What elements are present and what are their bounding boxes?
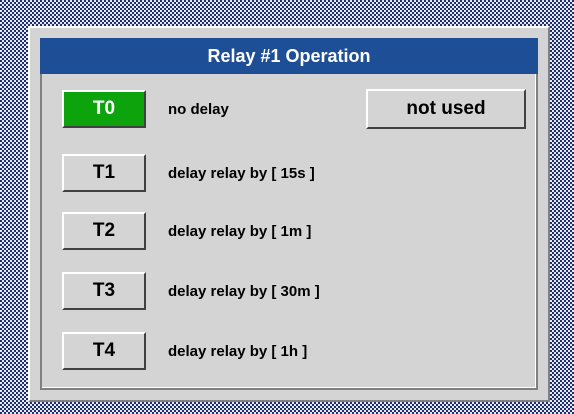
not-used-button[interactable]: not used [366,89,526,129]
t0-button[interactable]: T0 [62,90,146,128]
t4-label: delay relay by [ 1h ] [168,342,308,360]
t1-button[interactable]: T1 [62,154,146,192]
relay-operation-dialog: Relay #1 Operation T0 no delay not used … [28,26,550,402]
t3-label: delay relay by [ 30m ] [168,282,320,300]
t1-label: delay relay by [ 15s ] [168,164,315,182]
t0-label: no delay [168,100,229,118]
t2-label: delay relay by [ 1m ] [168,222,312,240]
dialog-title: Relay #1 Operation [40,38,538,74]
t3-button[interactable]: T3 [62,272,146,310]
t2-button[interactable]: T2 [62,212,146,250]
t4-button[interactable]: T4 [62,332,146,370]
